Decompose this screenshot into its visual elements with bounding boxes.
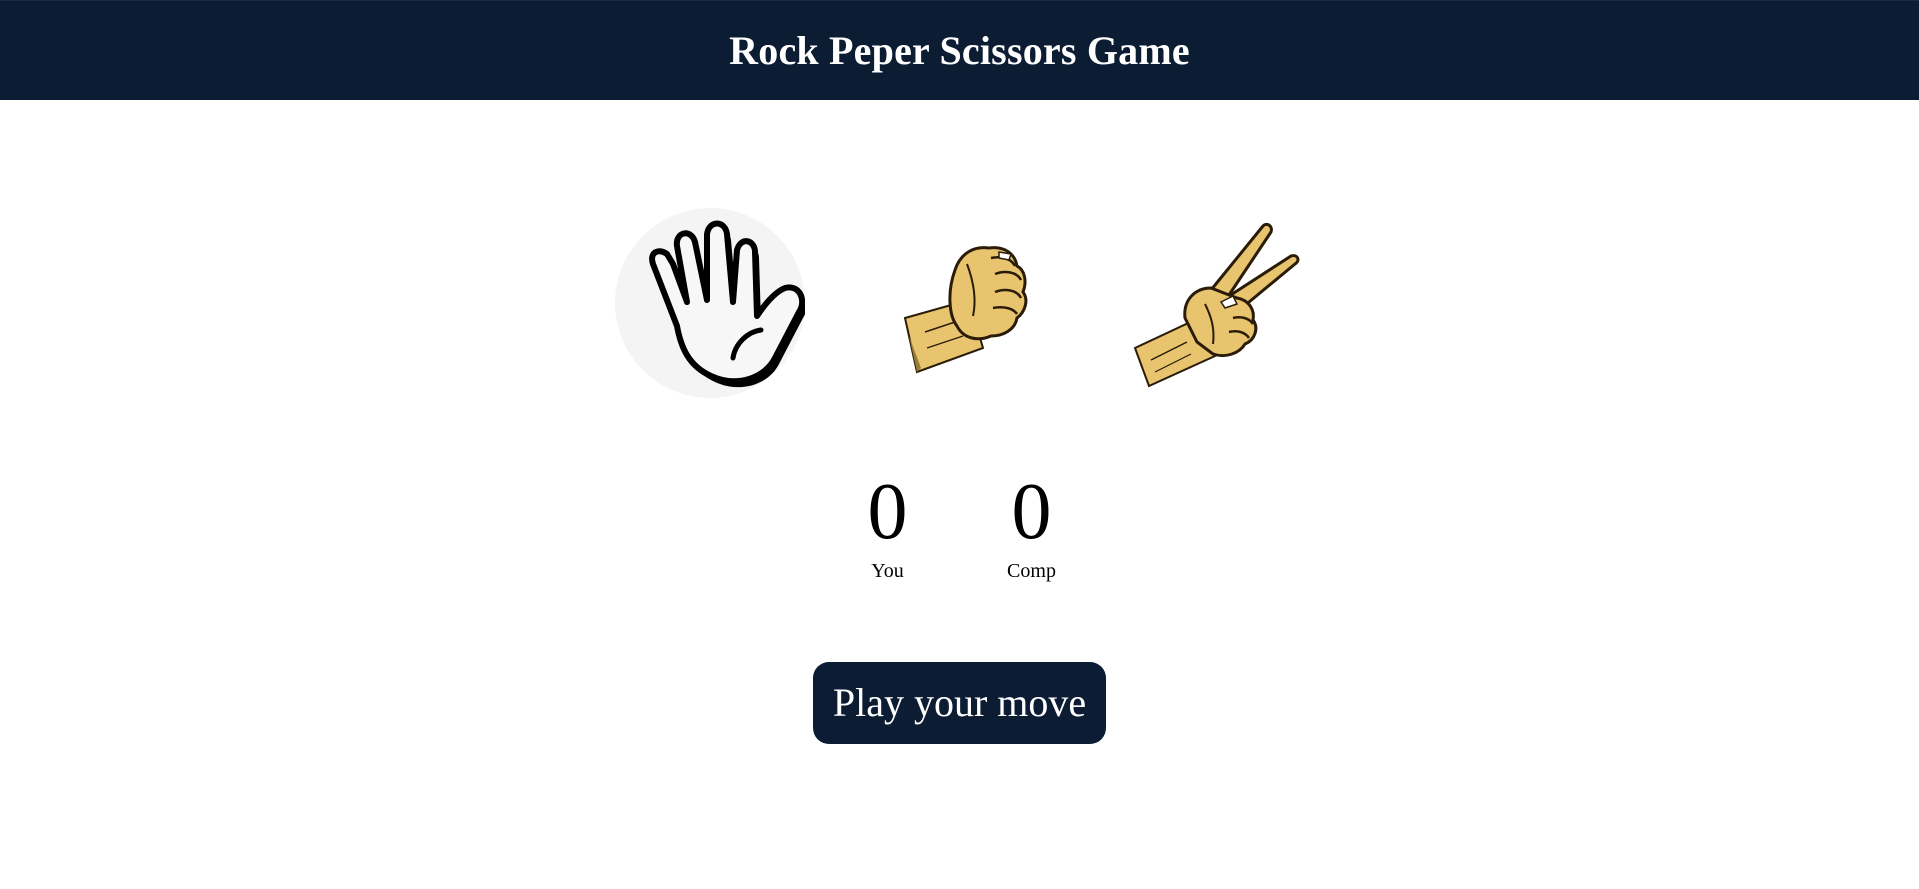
open-hand-paper-icon (648, 220, 805, 388)
game-title: Rock Peper Scissors Game (729, 28, 1190, 73)
user-score-label: You (871, 560, 904, 582)
choice-scissors[interactable] (1115, 208, 1305, 398)
user-score-box: 0 You (850, 472, 926, 583)
fist-rock-icon (903, 246, 1027, 374)
comp-score: 0 (1011, 468, 1052, 556)
message-container: Play your move (0, 662, 1919, 744)
comp-score-label: Comp (1007, 560, 1056, 582)
game-header: Rock Peper Scissors Game (0, 0, 1919, 100)
comp-score-box: 0 Comp (994, 472, 1070, 583)
choice-paper[interactable] (614, 208, 805, 398)
peace-sign-scissors-icon (1133, 222, 1299, 388)
score-board: 0 You 0 Comp (0, 472, 1919, 583)
user-score: 0 (867, 468, 908, 556)
play-move-message[interactable]: Play your move (812, 662, 1107, 744)
choices-row (0, 208, 1919, 398)
choice-rock[interactable] (865, 208, 1055, 398)
